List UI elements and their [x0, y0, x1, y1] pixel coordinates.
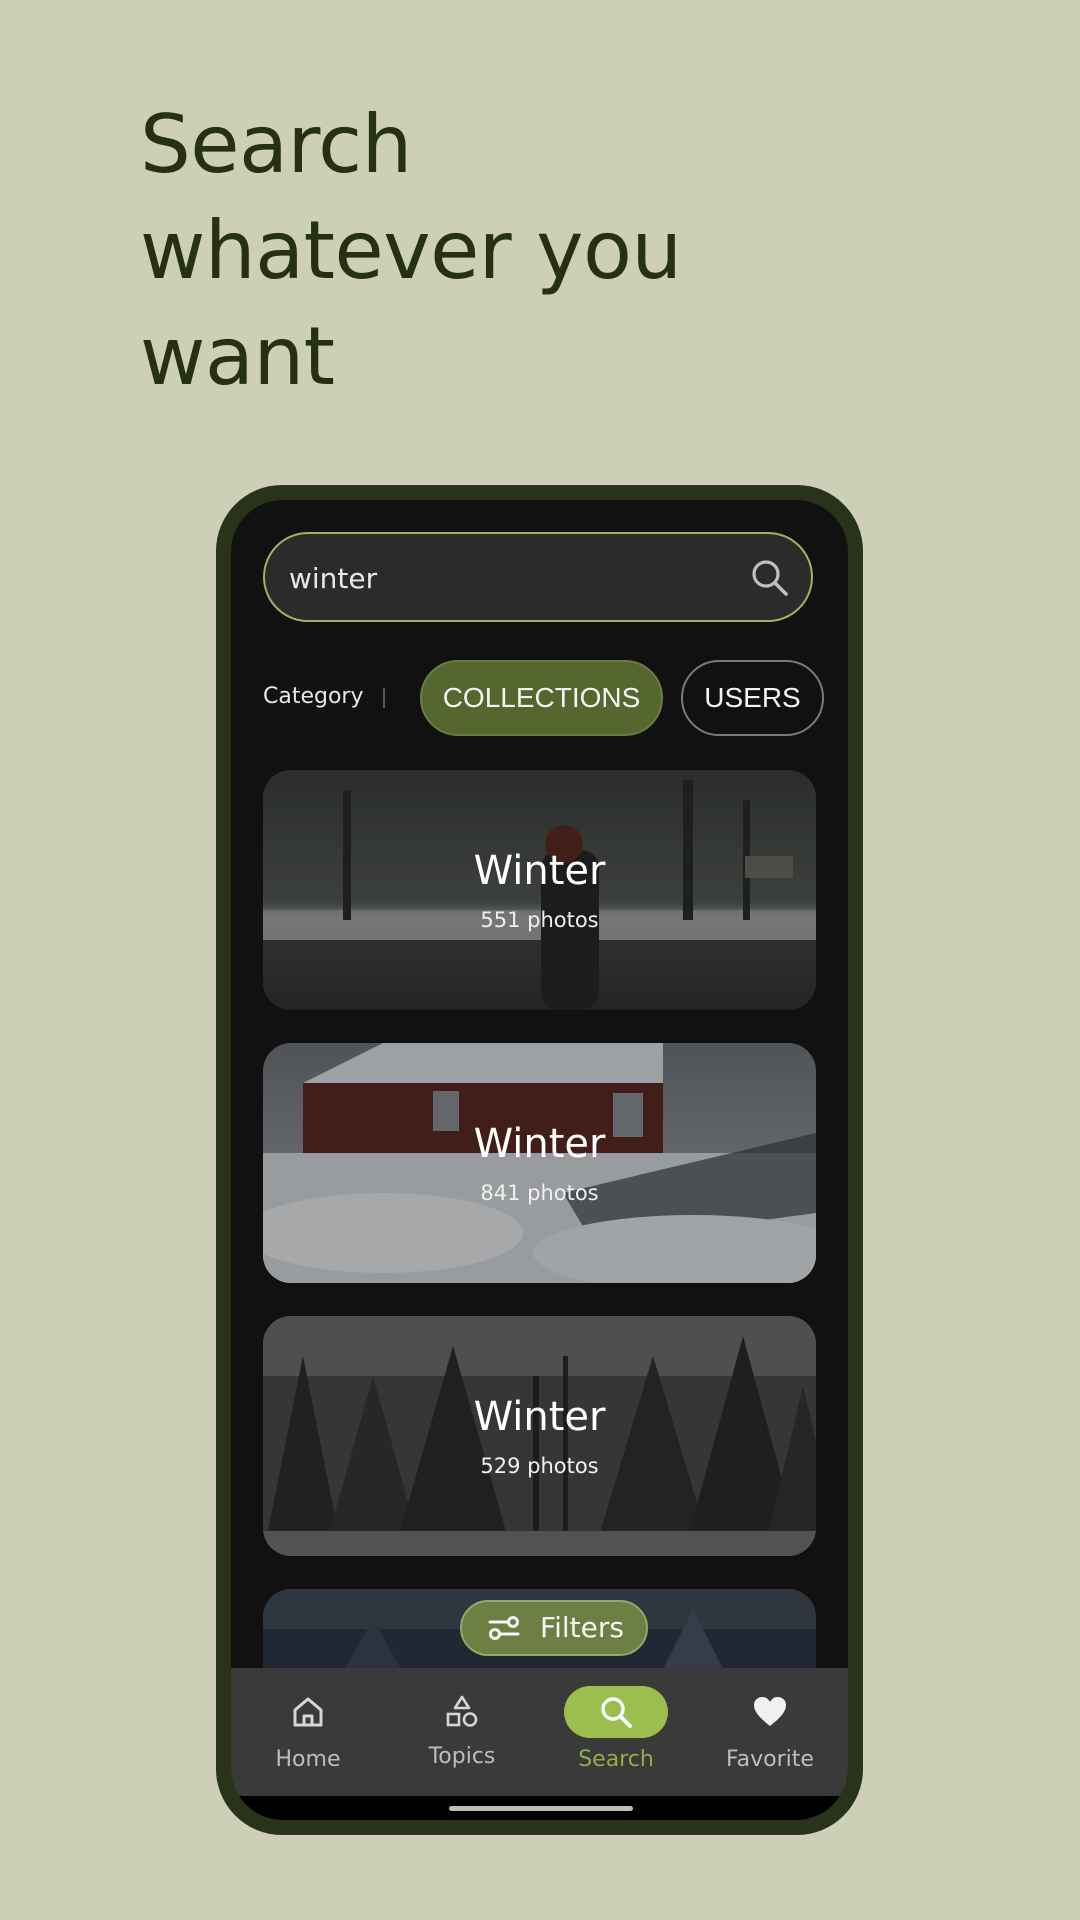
app-screen: Category COLLECTIONS USERS — [231, 500, 848, 1820]
nav-item-search[interactable]: Search — [539, 1668, 693, 1796]
collection-title: Winter — [473, 848, 606, 894]
nav-label-topics: Topics — [428, 1744, 496, 1769]
filters-button[interactable]: Filters — [460, 1600, 648, 1656]
heart-icon — [754, 1697, 786, 1726]
collection-card[interactable]: Winter 551 photos — [263, 770, 816, 1010]
nav-icon-container — [718, 1686, 822, 1738]
headline-line-1: Search — [140, 98, 412, 191]
tune-icon — [488, 1616, 520, 1640]
search-icon — [752, 560, 788, 596]
home-icon — [293, 1697, 323, 1727]
search-input[interactable] — [289, 556, 709, 600]
collection-title: Winter — [473, 1121, 606, 1167]
nav-item-home[interactable]: Home — [231, 1668, 385, 1796]
shapes-icon — [446, 1695, 478, 1727]
headline-line-3: want — [140, 310, 335, 403]
nav-icon-container — [256, 1686, 360, 1738]
category-label: Category — [263, 684, 364, 709]
collection-card[interactable]: Winter 841 photos — [263, 1043, 816, 1283]
nav-item-favorite[interactable]: Favorite — [693, 1668, 847, 1796]
system-gesture-area — [231, 1796, 848, 1820]
collection-card[interactable]: Winter 529 photos — [263, 1316, 816, 1556]
collection-count: 529 photos — [480, 1454, 599, 1478]
nav-label-favorite: Favorite — [726, 1747, 814, 1772]
nav-label-home: Home — [275, 1747, 341, 1772]
chip-collections[interactable]: COLLECTIONS — [420, 660, 663, 736]
collection-count: 551 photos — [480, 908, 599, 932]
collection-title: Winter — [473, 1394, 606, 1440]
nav-icon-container — [410, 1686, 514, 1738]
phone-frame: Category COLLECTIONS USERS — [216, 485, 863, 1835]
search-bar — [263, 532, 813, 622]
chip-users[interactable]: USERS — [681, 660, 824, 736]
headline-line-2: whatever you — [140, 204, 682, 297]
gesture-handle[interactable] — [449, 1806, 633, 1811]
page-headline: Search whatever you want — [140, 92, 900, 410]
filters-label: Filters — [540, 1611, 624, 1644]
nav-item-topics[interactable]: Topics — [385, 1668, 539, 1796]
nav-icon-container — [564, 1686, 668, 1738]
search-button[interactable] — [747, 555, 793, 601]
search-icon — [601, 1697, 632, 1728]
nav-label-search: Search — [578, 1747, 654, 1772]
collection-count: 841 photos — [480, 1181, 599, 1205]
category-divider — [383, 688, 385, 708]
category-row: Category COLLECTIONS USERS — [263, 660, 824, 738]
bottom-navigation: Home Topics Search Favorite — [231, 1668, 848, 1796]
